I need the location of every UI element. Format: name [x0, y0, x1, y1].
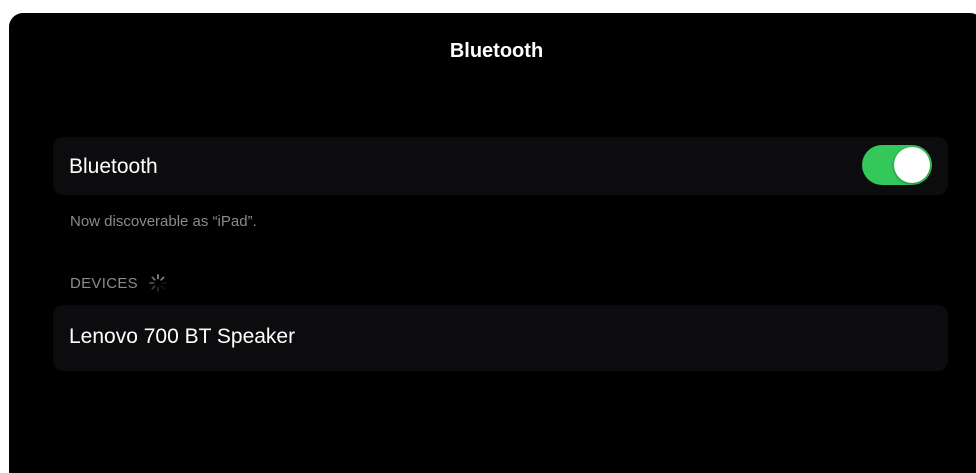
discoverable-note: Now discoverable as “iPad”.: [70, 213, 257, 230]
bluetooth-row-label: Bluetooth: [69, 155, 158, 178]
toggle-knob[interactable]: [894, 147, 930, 183]
device-name: Lenovo 700 BT Speaker: [69, 325, 296, 348]
page-title: Bluetooth: [449, 40, 544, 62]
device-row[interactable]: Lenovo 700 BT Speaker: [53, 305, 948, 371]
devices-header-label: DEVICES: [70, 274, 138, 292]
activity-spinner-icon: [148, 273, 168, 293]
devices-section-header: DEVICES: [70, 273, 168, 293]
bluetooth-settings-sheet: Bluetooth Bluetooth Now discoverable as …: [9, 13, 976, 473]
bluetooth-toggle[interactable]: [862, 145, 932, 185]
bluetooth-toggle-row: Bluetooth: [53, 137, 948, 195]
